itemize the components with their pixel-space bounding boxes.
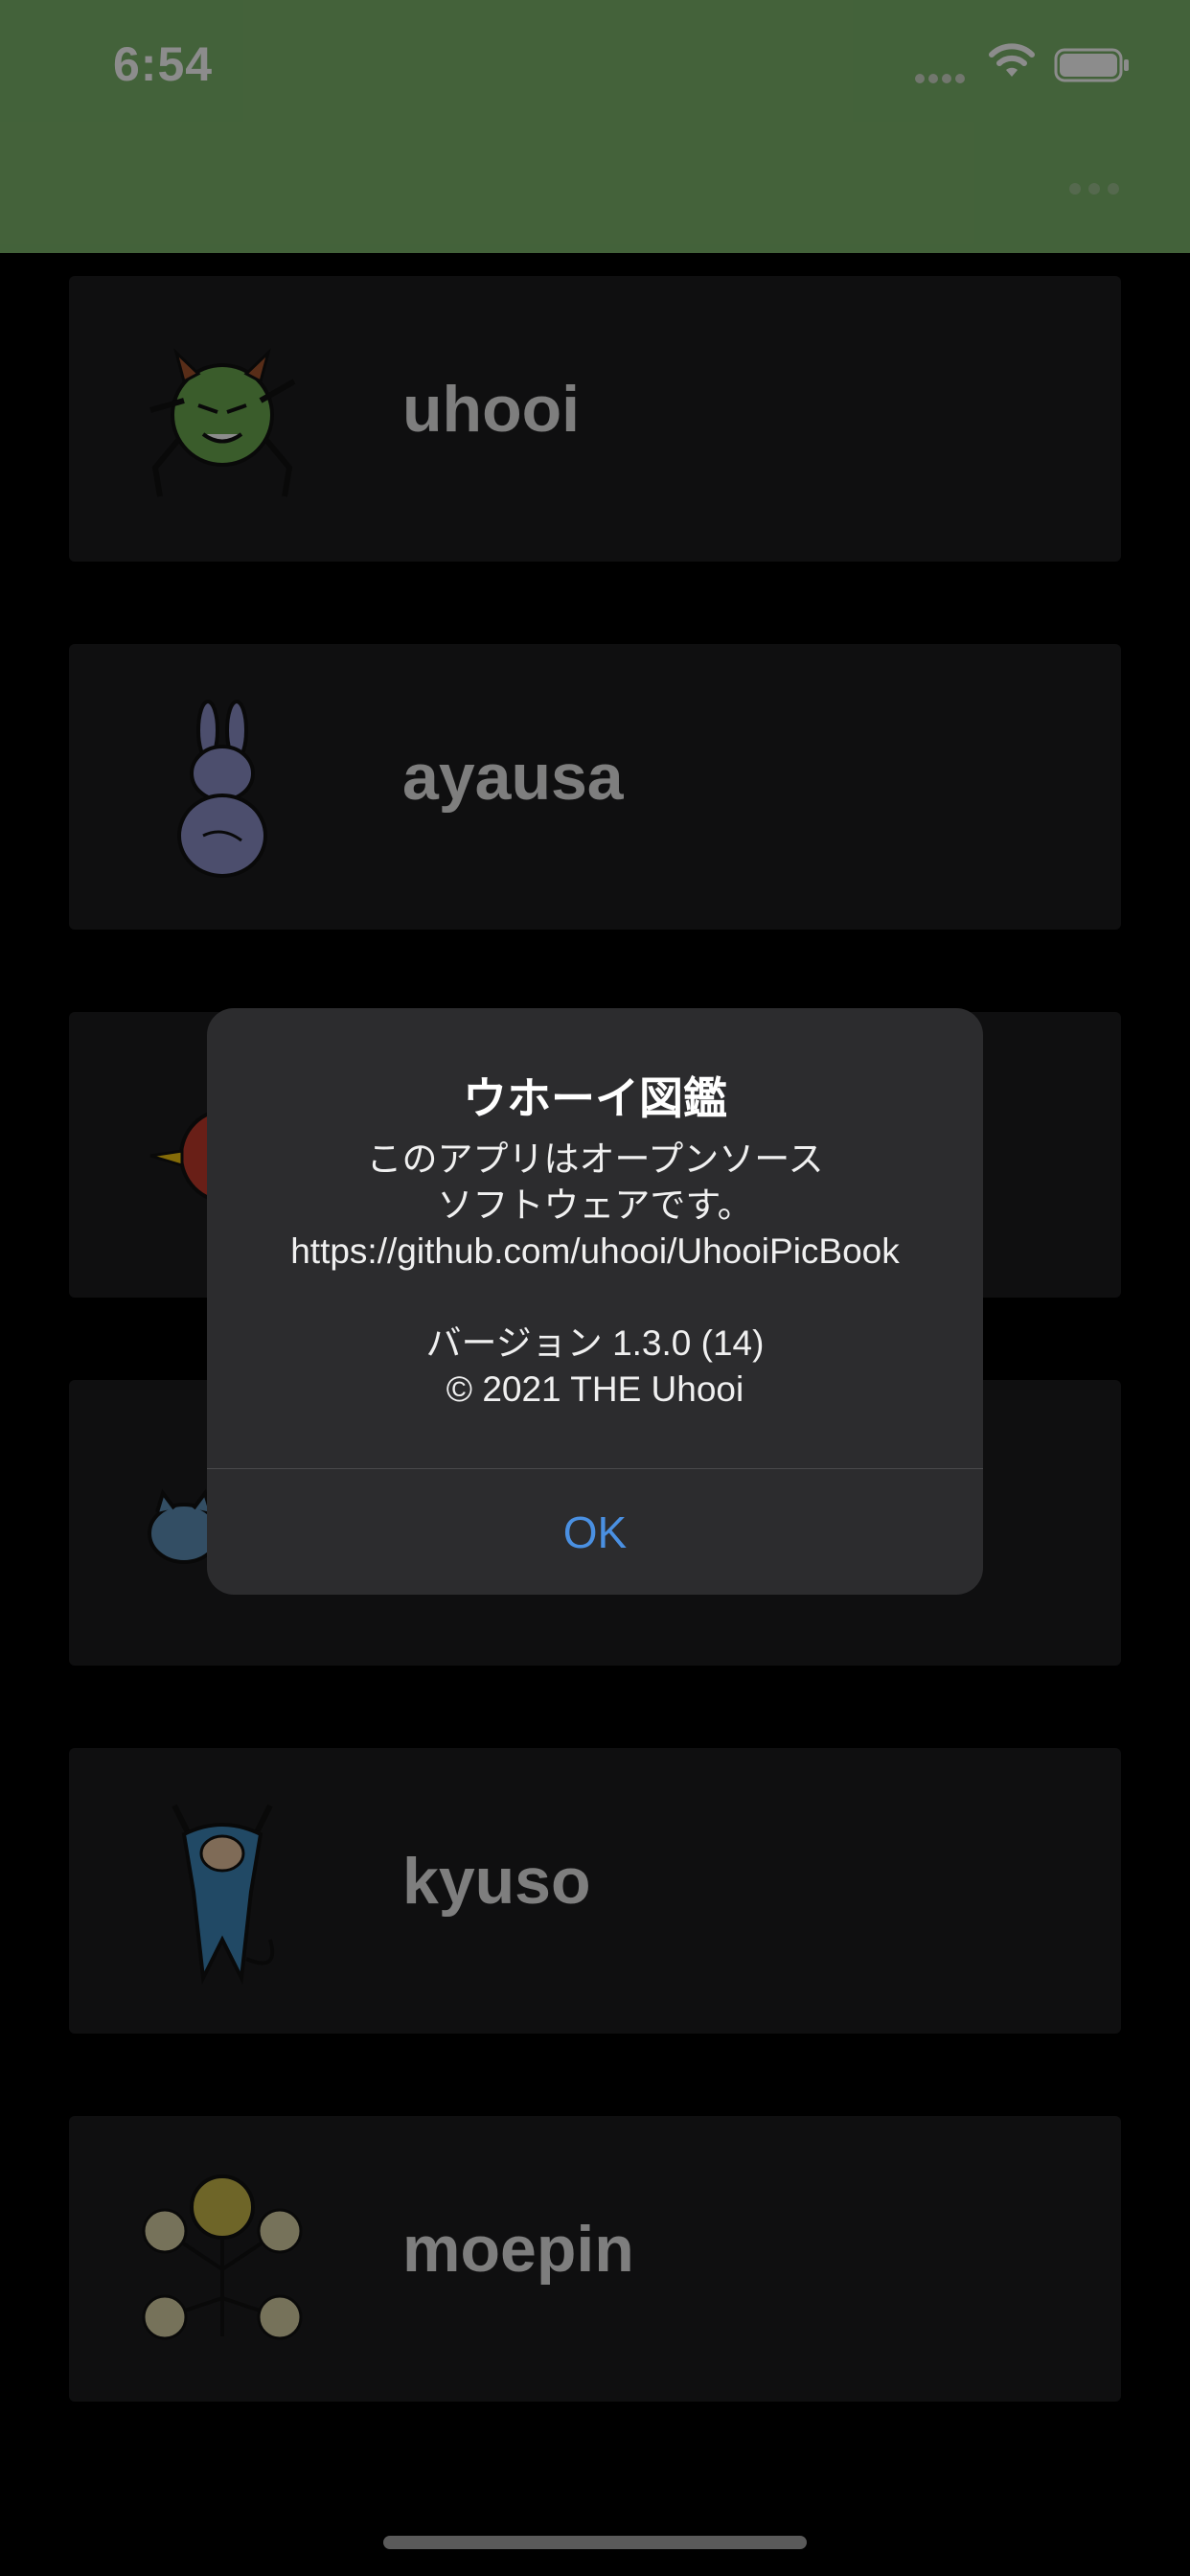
alert-title: ウホーイ図鑑 — [463, 1073, 727, 1123]
about-alert-dialog: ウホーイ図鑑 このアプリはオープンソース ソフトウェアです。 https://g… — [207, 1008, 983, 1595]
alert-github-link: https://github.com/uhooi/UhooiPicBook — [290, 1231, 900, 1271]
alert-version: バージョン 1.3.0 (14) — [425, 1323, 765, 1363]
alert-line-1: このアプリはオープンソース — [366, 1139, 824, 1179]
ok-button[interactable]: OK — [207, 1469, 983, 1595]
alert-copyright: © 2021 THE Uhooi — [446, 1369, 744, 1409]
home-indicator[interactable] — [383, 2536, 807, 2549]
alert-line-2: ソフトウェアです。 — [437, 1185, 753, 1225]
alert-message: このアプリはオープンソース ソフトウェアです。 https://github.c… — [207, 1137, 983, 1413]
